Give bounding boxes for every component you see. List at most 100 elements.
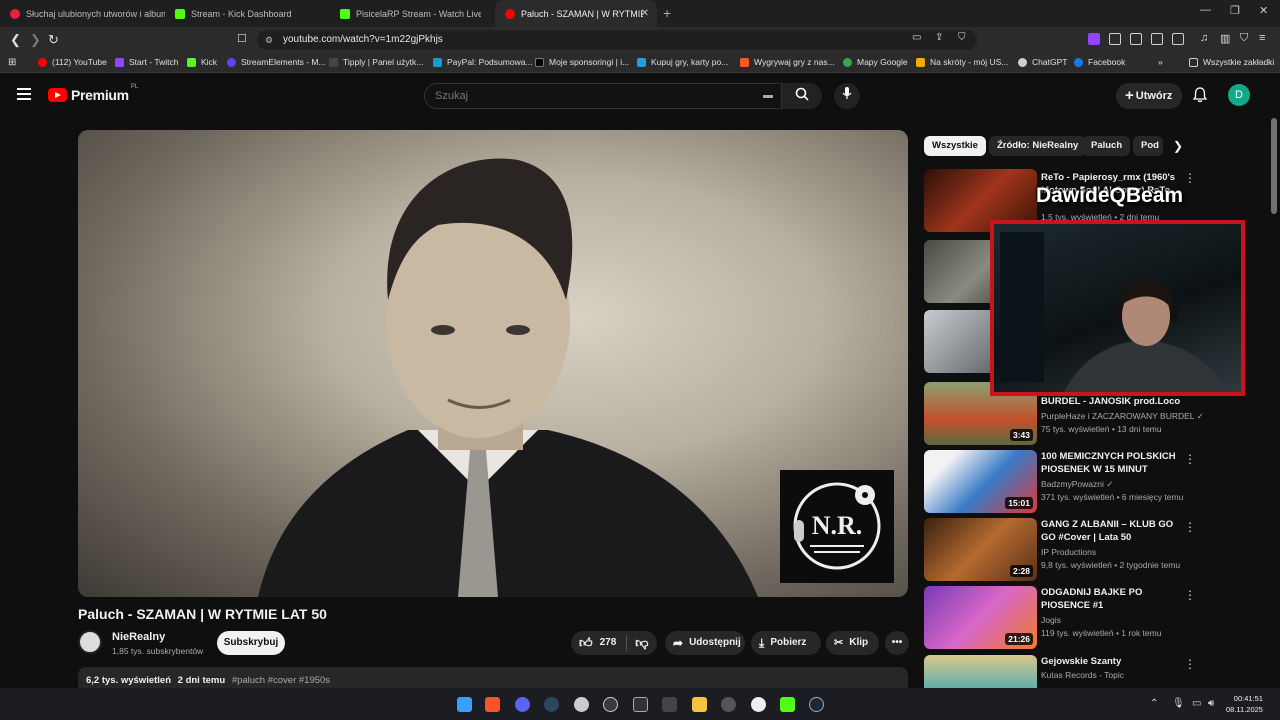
microphone-icon[interactable]: 🎙︎ [1172, 698, 1185, 709]
bookmark-giveaways[interactable]: Wygrywaj gry z nas... [740, 57, 835, 67]
menu-icon[interactable]: ≡ [1259, 32, 1265, 44]
bookmark-games-store[interactable]: Kupuj gry, karty po... [637, 57, 728, 67]
subscribe-button[interactable]: Subskrybuj [217, 631, 285, 655]
video-thumbnail[interactable]: 21:26 [924, 586, 1037, 649]
extension-icon[interactable] [1109, 33, 1121, 45]
extensions-puzzle-icon[interactable] [1151, 33, 1163, 45]
system-clock[interactable]: 00:41:51 08.11.2025 [1226, 693, 1263, 715]
extension-icon[interactable] [1172, 33, 1184, 45]
recommendation-item[interactable]: 15:01 100 MEMICZNYCH POLSKICH PIOSENEK W… [924, 450, 1264, 516]
tab-music[interactable]: Słuchaj ulubionych utworów i albumów [0, 0, 165, 27]
recommendation-item[interactable]: 2:28 GANG Z ALBANII – KLUB GO GO #Cover … [924, 518, 1264, 584]
bookmark-youtube[interactable]: (112) YouTube [38, 57, 107, 67]
tab-kick-dashboard[interactable]: Stream - Kick Dashboard [165, 0, 330, 27]
search-input[interactable]: Szukaj ▬ [424, 83, 782, 109]
app-icon[interactable] [721, 697, 736, 712]
cast-icon[interactable]: ▭ [912, 32, 921, 43]
like-button[interactable]: 👍︎ 278 [571, 631, 616, 655]
chip-source[interactable]: Źródło: NieRealny [989, 136, 1087, 156]
chrome-icon[interactable] [574, 697, 589, 712]
video-thumbnail[interactable]: 15:01 [924, 450, 1037, 513]
channel-name[interactable]: NieRealny [112, 631, 165, 643]
close-window-icon[interactable]: ✕ [1259, 4, 1268, 17]
chip-all[interactable]: Wszystkie [924, 136, 986, 156]
url-field[interactable]: ⚙ youtube.com/watch?v=1m22gjPkhjs [257, 30, 977, 50]
apps-grid-icon[interactable]: ⊞ [8, 57, 16, 68]
forward-icon[interactable]: ❯ [30, 32, 41, 48]
more-actions-button[interactable]: ••• [885, 631, 909, 655]
video-player[interactable]: N.R. [78, 130, 908, 597]
video-thumbnail[interactable] [924, 655, 1037, 688]
more-vertical-icon[interactable]: ⋮ [1184, 171, 1196, 185]
maximize-icon[interactable]: ❐ [1230, 4, 1240, 17]
keyboard-icon[interactable]: ▬ [763, 84, 773, 108]
close-icon[interactable]: ✕ [641, 8, 649, 19]
media-icon[interactable]: ♫ [1200, 32, 1208, 44]
davinci-icon[interactable] [662, 697, 677, 712]
more-vertical-icon[interactable]: ⋮ [1184, 452, 1196, 466]
volume-icon[interactable]: 🔊︎ [1208, 698, 1214, 709]
tray-chevron-icon[interactable]: ⌃ [1150, 698, 1158, 709]
new-tab-button[interactable]: + [663, 5, 671, 21]
page-scrollbar[interactable] [1271, 118, 1277, 214]
sidebar-icon[interactable]: ▥ [1220, 32, 1230, 45]
bookmark-sponsoring[interactable]: Moje sponsoringi | i... [535, 57, 629, 67]
minimize-icon[interactable]: — [1200, 4, 1211, 16]
back-icon[interactable]: ❮ [10, 32, 21, 48]
more-vertical-icon[interactable]: ⋮ [1184, 657, 1196, 671]
bookmark-twitch[interactable]: Start - Twitch [115, 57, 178, 67]
share-button[interactable]: ➦ Udostępnij [665, 631, 745, 655]
channel-avatar[interactable] [78, 630, 102, 654]
voice-search-button[interactable] [834, 83, 860, 109]
hashtags[interactable]: #paluch #cover #1950s [232, 675, 330, 686]
file-explorer-icon[interactable] [692, 697, 707, 712]
video-thumbnail[interactable]: 2:28 [924, 518, 1037, 581]
more-bookmarks-button[interactable]: » [1158, 57, 1163, 67]
download-button[interactable]: ⤓ Pobierz [751, 631, 821, 655]
extension-icon[interactable] [1088, 33, 1100, 45]
bookmark-google-maps[interactable]: Mapy Google [843, 57, 908, 67]
recommendation-item[interactable]: Gejowskie Szanty Kutas Records - Topic ⋮ [924, 655, 1264, 688]
bookmark-usos[interactable]: Na skróty - mój US... [916, 57, 1008, 67]
thumbs-down-icon[interactable]: 👎︎ [635, 631, 648, 655]
recommendation-item[interactable]: 21:26 ODGADNIJ BAJKE PO PIOSENCE #1 Jogi… [924, 586, 1264, 652]
all-bookmarks-folder[interactable]: Wszystkie zakładki [1189, 57, 1274, 67]
tab-youtube-active[interactable]: Paluch - SZAMAN | W RYTMIE LAT 50 ✕ [495, 0, 657, 27]
steam-icon[interactable] [544, 697, 559, 712]
brave-icon[interactable] [485, 697, 500, 712]
account-avatar[interactable]: D [1228, 84, 1250, 106]
terminal-icon[interactable] [633, 697, 648, 712]
bookmark-icon[interactable]: ☐ [237, 32, 247, 45]
vpn-icon[interactable]: ⛉ [1240, 32, 1248, 45]
more-vertical-icon[interactable]: ⋮ [1184, 588, 1196, 602]
windows-start-icon[interactable] [457, 697, 472, 712]
kick-icon[interactable] [780, 697, 795, 712]
discord-icon[interactable] [515, 697, 530, 712]
bookmark-tipply[interactable]: Tipply | Panel użytk... [329, 57, 423, 67]
tab-kick-stream[interactable]: PisicelaRP Stream - Watch Live on Kick [330, 0, 495, 27]
extension-icon[interactable] [1130, 33, 1142, 45]
bookmark-paypal[interactable]: PayPal: Podsumowa... [433, 57, 533, 67]
chip-paluch[interactable]: Paluch [1083, 136, 1131, 156]
steam-icon[interactable] [809, 697, 824, 712]
bookmark-streamelements[interactable]: StreamElements - M... [227, 57, 326, 67]
clip-button[interactable]: ✂ Klip [826, 631, 879, 655]
reload-icon[interactable]: ↻ [48, 32, 59, 48]
bookmark-kick[interactable]: Kick [187, 57, 217, 67]
notifications-bell-icon[interactable] [1192, 87, 1208, 106]
chips-next-icon[interactable]: ❯ [1173, 139, 1183, 153]
site-info-icon[interactable]: ⚙ [265, 30, 273, 50]
menu-hamburger-icon[interactable] [17, 88, 31, 103]
youtube-premium-logo[interactable]: Premium PL [48, 84, 138, 103]
bookmark-chatgpt[interactable]: ChatGPT [1018, 57, 1067, 67]
chip-partial[interactable]: Pod [1133, 136, 1163, 156]
bookmark-facebook[interactable]: Facebook [1074, 57, 1125, 67]
search-button[interactable] [782, 83, 822, 109]
share-icon[interactable]: ⇪ [935, 32, 943, 43]
obs-icon[interactable] [603, 697, 618, 712]
github-icon[interactable] [751, 697, 766, 712]
network-icon[interactable]: ▭ [1192, 698, 1201, 709]
brave-shield-icon[interactable]: ⛉ [958, 32, 966, 43]
more-vertical-icon[interactable]: ⋮ [1184, 520, 1196, 534]
create-button[interactable]: + Utwórz [1116, 83, 1182, 109]
